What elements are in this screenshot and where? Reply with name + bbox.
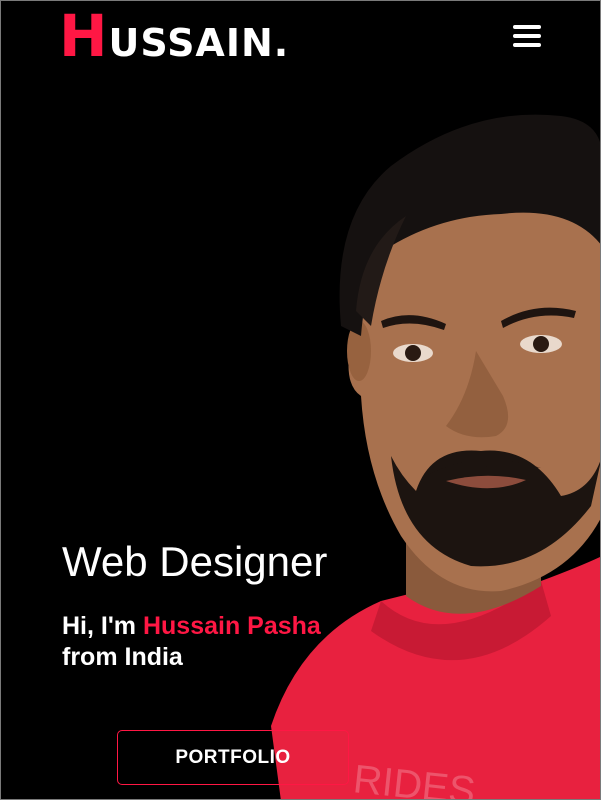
logo-first-letter: H bbox=[59, 2, 109, 70]
person-name: Hussain Pasha bbox=[142, 612, 321, 640]
menu-bar bbox=[513, 34, 541, 38]
menu-bar bbox=[513, 25, 541, 29]
hero-intro: Hi, I'm Hussain Pasha from India bbox=[62, 611, 321, 673]
hamburger-menu-icon[interactable] bbox=[513, 25, 541, 47]
page: RIDES HUSSAIN. Web Designer Hi, I'm Huss… bbox=[0, 0, 601, 800]
hero-title: Web Designer bbox=[62, 538, 328, 585]
intro-prefix: Hi, I'm bbox=[62, 612, 143, 640]
profile-photo: RIDES bbox=[271, 114, 600, 799]
intro-suffix: from India bbox=[62, 643, 183, 671]
site-logo[interactable]: HUSSAIN. bbox=[59, 7, 289, 72]
menu-bar bbox=[513, 43, 541, 47]
logo-text: USSAIN. bbox=[108, 21, 290, 65]
portfolio-button[interactable]: PORTFOLIO bbox=[117, 730, 349, 785]
